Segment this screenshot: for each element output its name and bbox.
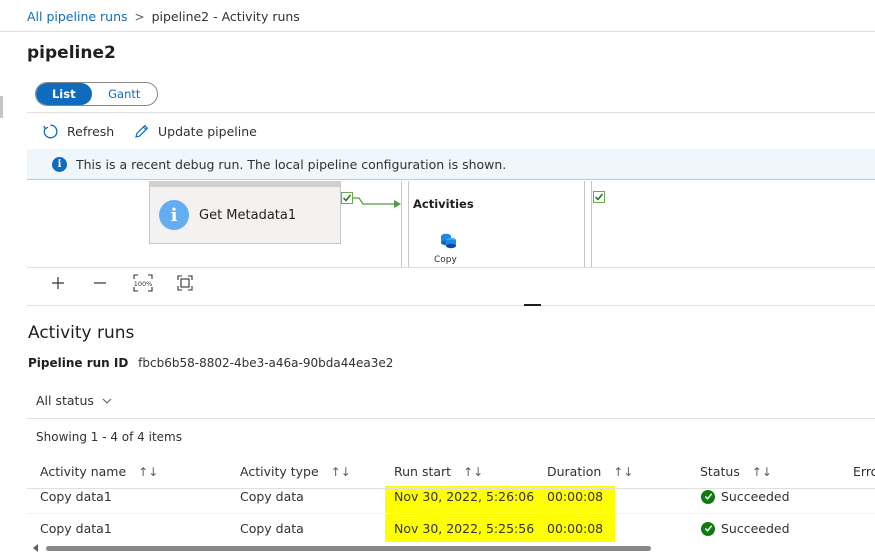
page-title: pipeline2 xyxy=(27,43,116,63)
foreach-activity-container[interactable] xyxy=(401,181,592,267)
pane-divider xyxy=(27,305,875,306)
scroll-left-arrow-icon[interactable] xyxy=(33,544,38,552)
column-header-label: Activity type xyxy=(240,464,319,479)
column-header-activity-name[interactable]: Activity name ↑↓ xyxy=(40,464,158,479)
column-header-run-start[interactable]: Run start ↑↓ xyxy=(394,464,483,479)
update-pipeline-label: Update pipeline xyxy=(158,123,257,139)
foreach-inner-border xyxy=(584,181,585,267)
info-message: This is a recent debug run. The local pi… xyxy=(76,156,507,172)
cell-run-start: Nov 30, 2022, 5:26:06 pm xyxy=(394,489,536,504)
breadcrumb: All pipeline runs > pipeline2 - Activity… xyxy=(27,9,300,24)
info-icon: i xyxy=(52,156,67,172)
pipeline-run-id: Pipeline run ID fbcb6b58-8802-4be3-a46a-… xyxy=(28,356,393,370)
cell-activity-name[interactable]: Copy data1 xyxy=(40,489,112,504)
success-connector-arrow xyxy=(353,197,401,208)
run-id-value: fbcb6b58-8802-4be3-a46a-90bda44ea3e2 xyxy=(138,356,394,370)
left-rail-marker xyxy=(0,96,3,118)
column-header-error[interactable]: Erro xyxy=(853,464,875,479)
column-header-label: Run start xyxy=(394,464,452,479)
refresh-label: Refresh xyxy=(67,123,115,139)
status-label: Succeeded xyxy=(721,489,790,504)
foreach-inner-border xyxy=(408,181,409,267)
cell-duration: 00:00:08 xyxy=(547,521,604,536)
breadcrumb-separator: > xyxy=(134,9,145,24)
zoom-in-button[interactable] xyxy=(48,273,68,293)
toggle-list[interactable]: List xyxy=(36,83,92,105)
chevron-down-icon xyxy=(102,398,112,404)
column-header-activity-type[interactable]: Activity type ↑↓ xyxy=(240,464,351,479)
filter-divider xyxy=(27,418,875,419)
plus-icon xyxy=(52,277,64,289)
activity-runs-title: Activity runs xyxy=(28,323,135,343)
fit-to-screen-button[interactable] xyxy=(175,273,195,293)
column-header-label: Activity name xyxy=(40,464,127,479)
cell-status: Succeeded xyxy=(701,489,790,504)
pencil-icon xyxy=(135,124,149,138)
cell-status: Succeeded xyxy=(701,521,790,536)
minus-icon xyxy=(94,282,106,284)
success-check-icon xyxy=(341,192,353,204)
cell-activity-type: Copy data xyxy=(240,489,304,504)
column-header-status[interactable]: Status ↑↓ xyxy=(700,464,772,479)
sort-icon[interactable]: ↑↓ xyxy=(463,465,483,479)
column-header-label: Erro xyxy=(853,464,875,479)
toggle-gantt[interactable]: Gantt xyxy=(92,83,157,105)
debug-info-bar: i This is a recent debug run. The local … xyxy=(27,149,875,179)
copy-activity-icon[interactable] xyxy=(439,232,459,250)
horizontal-scrollbar-thumb[interactable] xyxy=(46,546,651,551)
get-metadata-node[interactable]: i Get Metadata1 xyxy=(149,181,341,244)
column-header-duration[interactable]: Duration ↑↓ xyxy=(547,464,633,479)
items-count: Showing 1 - 4 of 4 items xyxy=(36,430,182,444)
table-row-divider xyxy=(27,513,875,514)
pane-splitter-handle[interactable] xyxy=(524,304,541,306)
status-filter-dropdown[interactable]: All status xyxy=(36,393,112,408)
sort-icon[interactable]: ↑↓ xyxy=(138,465,158,479)
cell-activity-type: Copy data xyxy=(240,521,304,536)
run-id-label: Pipeline run ID xyxy=(28,356,129,370)
status-filter-label: All status xyxy=(36,393,94,408)
sort-icon[interactable]: ↑↓ xyxy=(331,465,351,479)
zoom-100-button[interactable]: 100% xyxy=(133,273,153,293)
foreach-activities-title: Activities xyxy=(413,197,474,211)
refresh-button[interactable]: Refresh xyxy=(42,120,114,142)
update-pipeline-button[interactable]: Update pipeline xyxy=(133,120,257,142)
info-icon: i xyxy=(159,200,189,230)
cell-activity-name[interactable]: Copy data1 xyxy=(40,521,112,536)
refresh-icon xyxy=(43,124,58,138)
zoom-100-icon: 100% xyxy=(133,274,153,292)
status-label: Succeeded xyxy=(721,521,790,536)
header-divider xyxy=(0,31,875,32)
get-metadata-label: Get Metadata1 xyxy=(199,207,297,223)
cell-run-start: Nov 30, 2022, 5:25:56 pm xyxy=(394,521,536,536)
success-check-icon xyxy=(593,191,605,203)
column-header-label: Status xyxy=(700,464,740,479)
fit-to-screen-icon xyxy=(177,275,193,291)
toolbar-top-divider xyxy=(27,112,875,113)
sort-icon[interactable]: ↑↓ xyxy=(613,465,633,479)
zoom-out-button[interactable] xyxy=(90,273,110,293)
breadcrumb-current: pipeline2 - Activity runs xyxy=(151,9,300,24)
sort-icon[interactable]: ↑↓ xyxy=(752,465,772,479)
zoom-100-label: 100% xyxy=(134,280,153,288)
breadcrumb-all-pipeline-runs[interactable]: All pipeline runs xyxy=(27,9,128,24)
copy-activity-label: Copy xyxy=(434,255,457,265)
column-header-label: Duration xyxy=(547,464,602,479)
success-check-icon xyxy=(701,521,715,536)
success-check-icon xyxy=(701,489,715,504)
view-toggle: List Gantt xyxy=(35,82,158,106)
cell-duration: 00:00:08 xyxy=(547,489,604,504)
canvas-bottom-divider xyxy=(27,267,875,268)
